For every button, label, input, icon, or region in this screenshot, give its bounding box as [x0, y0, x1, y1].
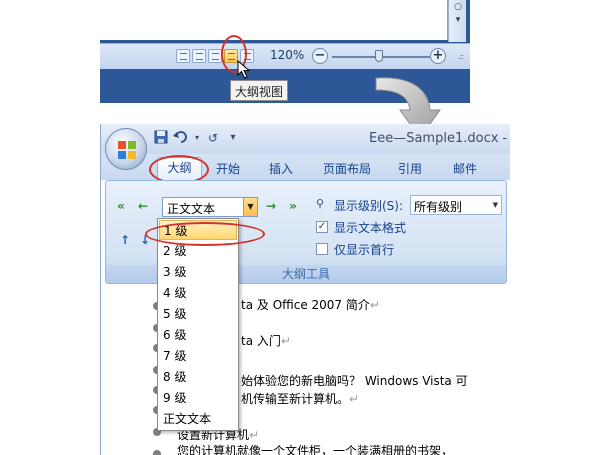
ribbon-tab-bar: 大纲 开始 插入 页面布局 引用 邮件 [101, 154, 510, 184]
show-level-value: 所有级别 [414, 200, 463, 214]
outline-view-tooltip: 大纲视图 [230, 80, 289, 101]
vertical-scrollbar[interactable]: ○ ▾ [448, 0, 466, 42]
doc-line: ta 及 Office 2007 简介↵ [241, 296, 380, 313]
tab-home[interactable]: 开始 [216, 160, 240, 177]
word-window: ▾ ↺ ▾ Eee—Sample1.docx - 大纲 开始 插入 页面布局 引… [100, 124, 510, 455]
dropdown-item-level-6[interactable]: 6 级 [159, 325, 237, 345]
print-layout-view-button[interactable] [176, 49, 190, 63]
dropdown-item-level-5[interactable]: 5 级 [159, 304, 237, 324]
show-text-format-label: 显示文本格式 [334, 221, 407, 235]
chevron-down-icon[interactable]: ▼ [243, 198, 257, 216]
paragraph-mark-icon: ↵ [249, 428, 260, 442]
doc-line: 您的计算机就像一个文件柜，一个装满相册的书架， [177, 442, 453, 455]
undo-icon[interactable] [173, 130, 189, 146]
doc-line-text: 始体验您的新电脑吗？ Windows Vista 可 [241, 374, 468, 388]
move-up-icon[interactable]: ↑ [116, 231, 134, 249]
tab-mailings[interactable]: 邮件 [453, 160, 477, 177]
title-bar: ▾ ↺ ▾ Eee—Sample1.docx - [101, 124, 510, 154]
dropdown-item-body-text[interactable]: 正文文本 [159, 409, 237, 429]
mouse-pointer-icon [237, 60, 251, 79]
show-level-icon: ⚲ [316, 197, 325, 210]
office-logo-icon [118, 141, 136, 159]
show-level-label: 显示级别(S): [334, 199, 404, 213]
scroll-down-arrow-icon[interactable]: ▾ [451, 14, 465, 26]
promote-icon[interactable]: ← [134, 197, 152, 215]
zoom-in-button[interactable]: + [430, 48, 446, 64]
save-icon[interactable] [153, 130, 169, 146]
zoom-slider-thumb[interactable] [375, 50, 383, 62]
status-bar: 120% − + .:: [100, 43, 470, 69]
tab-insert[interactable]: 插入 [269, 160, 293, 177]
customize-qat-icon[interactable]: ▾ [225, 130, 241, 146]
doc-line-text: ta 入门 [241, 334, 281, 348]
chevron-down-icon[interactable]: ▼ [493, 201, 498, 209]
paragraph-mark-icon: ↵ [349, 392, 360, 406]
zoom-level[interactable]: 120% [270, 48, 304, 62]
doc-line: ta 入门↵ [241, 332, 291, 349]
outline-level-value: 正文文本 [167, 202, 216, 216]
outline-level-dropdown: 1 级 2 级 3 级 4 级 5 级 6 级 7 级 8 级 9 级 正文文本 [157, 218, 239, 431]
tab-references[interactable]: 引用 [398, 160, 422, 177]
doc-line: 始体验您的新电脑吗？ Windows Vista 可 [241, 372, 468, 389]
outline-bullet[interactable] [153, 450, 161, 455]
resize-grip-icon[interactable]: .:: [458, 52, 464, 61]
level-1-highlight-circle [145, 222, 265, 246]
scroll-circle-icon[interactable]: ○ [451, 1, 465, 13]
office-button[interactable] [105, 128, 147, 170]
full-screen-reading-view-button[interactable] [192, 49, 206, 63]
show-first-line-label: 仅显示首行 [334, 243, 395, 257]
dropdown-item-level-9[interactable]: 9 级 [159, 388, 237, 408]
promote-to-heading1-icon[interactable]: « [112, 197, 130, 215]
zoom-out-button[interactable]: − [312, 48, 328, 64]
web-layout-view-button[interactable] [208, 49, 222, 63]
dropdown-item-level-8[interactable]: 8 级 [159, 367, 237, 387]
doc-line-text: ta 及 Office 2007 简介 [241, 298, 370, 312]
paragraph-mark-icon: ↵ [280, 334, 291, 348]
doc-line-text: 机传输至新计算机。 [241, 392, 350, 406]
show-first-line-checkbox[interactable] [316, 243, 328, 255]
undo-dropdown-icon[interactable]: ▾ [189, 130, 205, 146]
dropdown-item-level-4[interactable]: 4 级 [159, 283, 237, 303]
demote-to-body-icon[interactable]: » [284, 197, 302, 215]
show-level-combo[interactable]: 所有级别 ▼ [410, 195, 502, 215]
document-area-top [100, 0, 448, 40]
dropdown-item-level-3[interactable]: 3 级 [159, 262, 237, 282]
outline-level-combo[interactable]: 正文文本 ▼ [162, 197, 258, 217]
show-text-format-checkbox[interactable]: ✓ [316, 221, 328, 233]
redo-icon[interactable]: ↺ [205, 130, 221, 146]
window-title: Eee—Sample1.docx - [369, 131, 508, 146]
paragraph-mark-icon: ↵ [369, 298, 380, 312]
dropdown-item-level-7[interactable]: 7 级 [159, 346, 237, 366]
doc-line-text: 您的计算机就像一个文件柜，一个装满相册的书架， [177, 444, 454, 455]
demote-icon[interactable]: → [262, 197, 280, 215]
tab-page-layout[interactable]: 页面布局 [323, 160, 371, 177]
doc-line: 机传输至新计算机。↵ [241, 390, 359, 407]
